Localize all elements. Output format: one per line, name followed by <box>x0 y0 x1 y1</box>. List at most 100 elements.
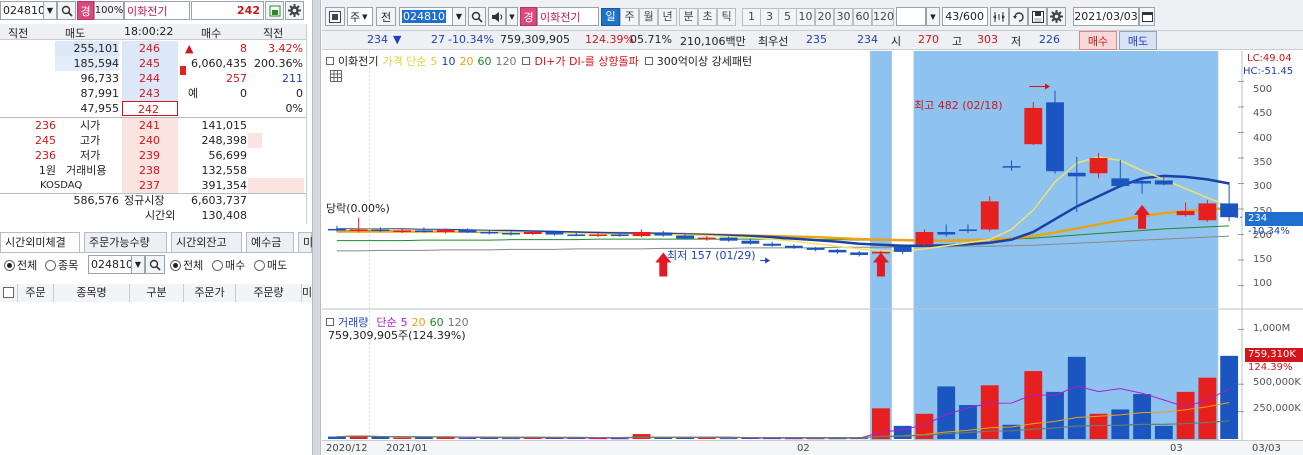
candle-body <box>371 229 390 231</box>
interval-20[interactable]: 20 <box>815 8 834 26</box>
col-type[interactable]: 구분 <box>130 284 184 302</box>
buy-button[interactable]: 매수 <box>1079 31 1117 50</box>
chart-code-input[interactable]: 024810 <box>399 7 453 26</box>
radio-all2[interactable]: 전체 <box>170 257 203 273</box>
ask-price-current[interactable]: 242 <box>122 101 178 116</box>
bid-row[interactable]: 1원 거래비용 238 132,558 <box>0 163 306 178</box>
radio-sell[interactable]: 매도 <box>254 257 287 273</box>
expected-rate: 0% <box>285 102 303 115</box>
zoom-button[interactable] <box>990 7 1009 26</box>
bid-row[interactable]: KOSDAQ 237 391,354 <box>0 178 306 193</box>
header-ask: 매도 <box>65 27 86 40</box>
radio-buy[interactable]: 매수 <box>212 257 245 273</box>
stock-code-input[interactable]: 024810 <box>0 1 45 20</box>
candle-body <box>480 231 499 234</box>
bid-price[interactable]: 239 <box>122 148 178 163</box>
period-second[interactable]: 초 <box>698 8 717 26</box>
interval-60[interactable]: 60 <box>853 8 872 26</box>
bid-price[interactable]: 241 <box>122 118 178 133</box>
filter-dropdown-icon[interactable]: ▼ <box>131 255 145 274</box>
sound-button[interactable] <box>488 7 506 26</box>
candle-body <box>893 246 912 252</box>
interval-1[interactable]: 1 <box>742 8 761 26</box>
period-month[interactable]: 월 <box>639 8 658 26</box>
interval-10[interactable]: 10 <box>796 8 815 26</box>
bid-row[interactable]: 236 시가 241 141,015 <box>0 118 306 133</box>
display-count-input[interactable]: 43/600 <box>942 7 988 26</box>
period-year[interactable]: 년 <box>658 8 677 26</box>
high-label: 고가 <box>80 134 101 147</box>
candle-body <box>1067 172 1086 177</box>
custom-interval-input[interactable] <box>896 7 926 26</box>
filter-search-button[interactable] <box>145 255 165 274</box>
grid-toggle-icon[interactable] <box>330 70 342 82</box>
legend-stock-name: 이화전기 <box>338 55 379 68</box>
price-tick: 350 <box>1253 157 1273 168</box>
radio-all-label: 전체 <box>17 259 38 272</box>
period-minute[interactable]: 분 <box>679 8 698 26</box>
candle-body <box>1133 180 1151 184</box>
prev-button[interactable]: 전 <box>376 7 396 26</box>
ask-price[interactable]: 246 <box>122 41 178 56</box>
tab-after-hours-balance[interactable]: 시간외잔고 <box>171 232 242 252</box>
candlestick-chart[interactable] <box>322 51 1303 455</box>
radio-stock[interactable]: 종목 <box>45 257 78 273</box>
candle-body <box>502 233 520 235</box>
chart-type-select[interactable]: 주 ▼ <box>347 7 373 26</box>
total-ask: 586,576 <box>73 194 120 207</box>
chart-menu-button[interactable] <box>325 7 345 26</box>
bid-qty: 132,558 <box>201 164 248 177</box>
col-order-qty[interactable]: 주문량 <box>236 284 302 302</box>
code-dropdown-icon[interactable]: ▼ <box>43 1 57 20</box>
bid-price[interactable]: 240 <box>122 133 178 148</box>
bid-row[interactable]: 236 저가 239 56,699 <box>0 148 306 163</box>
tab-orderable-qty[interactable]: 주문가능수량 <box>84 232 167 252</box>
settings-button[interactable] <box>285 1 304 20</box>
ask-price[interactable]: 243 <box>122 86 178 101</box>
interval-5[interactable]: 5 <box>778 8 797 26</box>
panel-splitter[interactable] <box>312 0 321 455</box>
chart-link-button[interactable] <box>265 1 284 20</box>
interval-30[interactable]: 30 <box>834 8 853 26</box>
col-order-price[interactable]: 주문가 <box>184 284 236 302</box>
calendar-button[interactable] <box>1139 7 1155 26</box>
bid-row[interactable]: 245 고가 240 248,398 <box>0 133 306 148</box>
search-button[interactable] <box>57 1 76 20</box>
ask-price[interactable]: 244 <box>122 71 178 86</box>
left-panel: 024810 ▼ 경 100% 이화전기 242 직전 매도 18:00:22 … <box>0 0 313 455</box>
tab-more[interactable]: 미 <box>298 232 313 252</box>
sell-button[interactable]: 매도 <box>1119 31 1157 50</box>
select-all-checkbox[interactable] <box>0 284 18 302</box>
col-order[interactable]: 주문 <box>18 284 54 302</box>
custom-interval-dropdown-icon[interactable]: ▼ <box>926 7 940 26</box>
ask-price[interactable]: 245 <box>122 56 178 71</box>
chart-search-button[interactable] <box>468 7 486 26</box>
summary-amount: 210,106백만 <box>680 35 746 48</box>
period-day[interactable]: 일 <box>601 8 620 26</box>
sound-dropdown-icon[interactable]: ▼ <box>506 7 518 26</box>
x-axis <box>322 440 1303 455</box>
tab-after-hours-unfilled[interactable]: 시간외미체결 <box>0 232 80 252</box>
interval-3[interactable]: 3 <box>760 8 779 26</box>
col-stock-name[interactable]: 종목명 <box>54 284 130 302</box>
date-input[interactable]: 2021/03/03 <box>1073 7 1139 26</box>
refresh-button[interactable] <box>1009 7 1028 26</box>
radio-all[interactable]: 전체 <box>4 257 37 273</box>
candle-body <box>806 247 825 250</box>
tab-deposit[interactable]: 예수금 <box>246 232 294 252</box>
bid-price[interactable]: 238 <box>122 163 178 178</box>
chart-code-dropdown-icon[interactable]: ▼ <box>452 7 466 26</box>
open-price: 270 <box>918 33 939 46</box>
save-button[interactable] <box>1028 7 1047 26</box>
period-tick[interactable]: 틱 <box>717 8 736 26</box>
chart-settings-button[interactable] <box>1047 7 1066 26</box>
bid-price[interactable]: 237 <box>122 178 178 193</box>
candle-body <box>1198 203 1217 221</box>
period-week[interactable]: 주 <box>620 8 639 26</box>
col-more[interactable]: 미 <box>302 284 312 302</box>
lc-label: LC:49.04 <box>1247 53 1292 64</box>
candle-body <box>850 252 869 255</box>
interval-120[interactable]: 120 <box>872 8 894 26</box>
filter-code-input[interactable]: 024810 <box>88 255 133 274</box>
candle-body <box>393 230 412 232</box>
